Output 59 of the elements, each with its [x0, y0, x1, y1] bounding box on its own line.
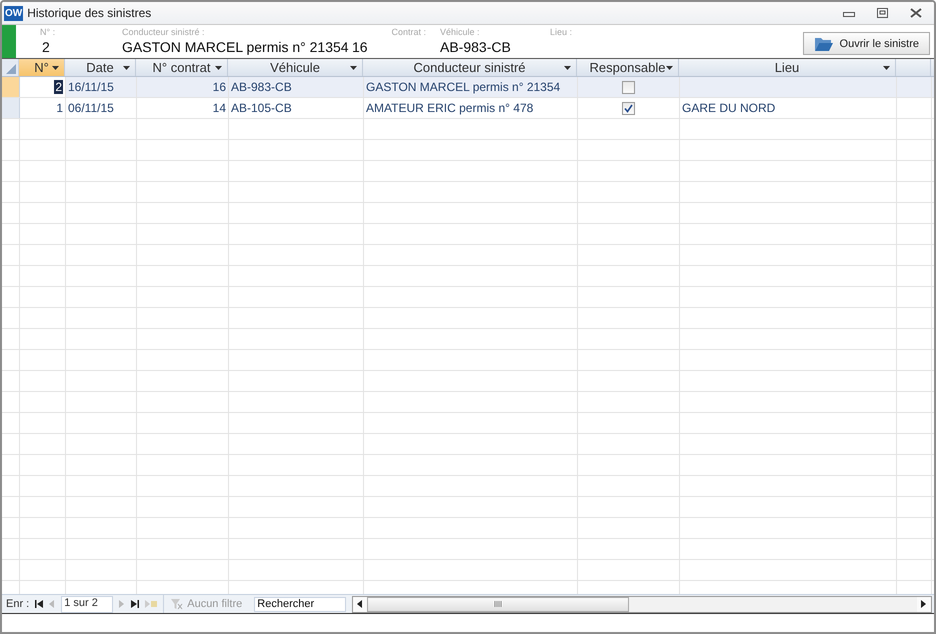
checkbox[interactable]: [622, 102, 635, 114]
table-cell: GASTON MARCEL permis n° 21354: [364, 77, 578, 97]
scroll-right-button[interactable]: [917, 596, 931, 612]
dropdown-arrow-icon[interactable]: [215, 66, 222, 70]
filter-icon: [170, 598, 184, 610]
left-arrow-icon: [357, 600, 364, 608]
column-header[interactable]: Responsable: [577, 59, 679, 76]
search-field[interactable]: Rechercher: [254, 596, 346, 612]
record-marker: [2, 25, 16, 58]
field-value: 2: [41, 39, 51, 55]
table-cell: GARE DU NORD: [682, 101, 776, 115]
last-record-icon[interactable]: [131, 600, 140, 608]
field-label: Conducteur sinistré :: [122, 27, 206, 39]
field-label: N° :: [40, 27, 56, 39]
folder-icon: [814, 36, 834, 52]
table-cell: 2: [20, 77, 66, 97]
table-cell: 16: [137, 77, 229, 97]
dropdown-arrow-icon[interactable]: [564, 66, 571, 70]
column-header[interactable]: Véhicule: [228, 59, 363, 76]
horizontal-scrollbar[interactable]: [352, 596, 932, 612]
table-cell: AB-983-CB: [229, 77, 364, 97]
dropdown-arrow-icon[interactable]: [883, 66, 890, 70]
window-title: Historique des sinistres: [27, 6, 152, 20]
column-header[interactable]: Date: [65, 59, 136, 76]
table-cell: 06/11/15: [66, 98, 137, 118]
record-position-field[interactable]: 1 sur 2: [61, 596, 114, 612]
right-arrow-icon: [921, 600, 927, 608]
scroll-left-button[interactable]: [353, 596, 368, 612]
dropdown-arrow-icon[interactable]: [350, 66, 357, 70]
table-cell: 14: [137, 98, 229, 118]
table-row[interactable]: 2 16/11/15 16 AB-983-CB GASTON MARCEL permis n° 21354: [2, 77, 934, 98]
dropdown-arrow-icon[interactable]: [123, 66, 130, 70]
field-label: Lieu :: [550, 27, 574, 39]
field-label: Contrat :: [391, 27, 426, 39]
checkbox[interactable]: [622, 80, 635, 94]
column-header[interactable]: Conducteur sinistré: [363, 59, 577, 76]
record-label: Enr :: [6, 598, 30, 610]
first-record-icon[interactable]: [35, 600, 44, 608]
column-header[interactable]: N°: [19, 59, 65, 76]
column-header[interactable]: Lieu: [679, 59, 896, 76]
table-cell: AMATEUR ERIC permis n° 478: [364, 98, 578, 118]
scroll-thumb[interactable]: [367, 596, 630, 612]
app-logo-icon: OW: [4, 6, 24, 20]
field-value: GASTON MARCEL permis n° 21354: [122, 39, 348, 55]
field-value: AB-983-CB: [440, 39, 512, 55]
grip-icon: [494, 601, 502, 607]
table-cell: AB-105-CB: [229, 98, 364, 118]
close-icon[interactable]: [910, 8, 922, 18]
dropdown-arrow-icon[interactable]: [52, 66, 59, 70]
field-label: Véhicule :: [440, 27, 481, 39]
minimize-icon[interactable]: [843, 9, 855, 17]
table-cell: 16/11/15: [66, 77, 137, 97]
field-value: 16: [352, 39, 368, 55]
dropdown-arrow-icon[interactable]: [666, 66, 673, 70]
table-row[interactable]: 1 06/11/15 14 AB-105-CB AMATEUR ERIC permis n° 478 GARE DU NORD: [2, 98, 934, 119]
open-claim-button[interactable]: Ouvrir le sinistre: [802, 32, 930, 55]
restore-icon[interactable]: [877, 8, 888, 18]
column-header[interactable]: N° contrat: [136, 59, 228, 76]
table-cell: 1: [20, 98, 66, 118]
